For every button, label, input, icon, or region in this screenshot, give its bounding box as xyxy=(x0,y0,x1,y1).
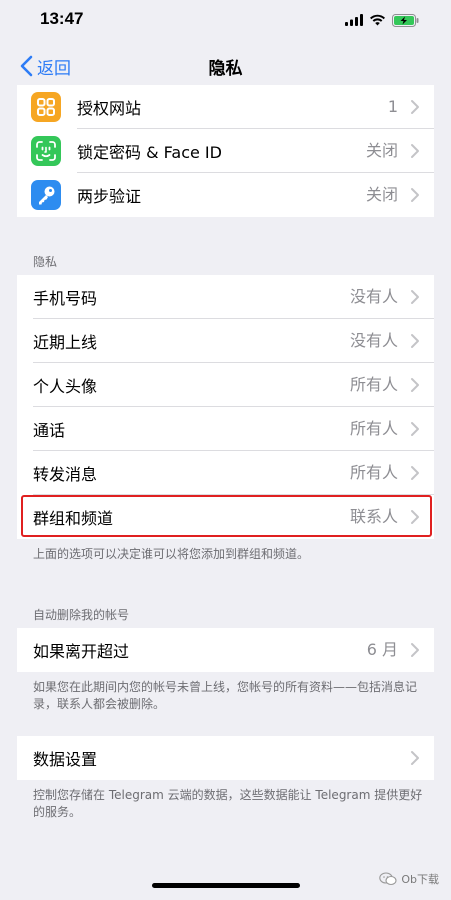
section-header-privacy: 隐私 xyxy=(33,255,58,269)
two-step-verification-row[interactable]: 两步验证 关闭 xyxy=(17,173,434,217)
page-title: 隐私 xyxy=(208,59,243,79)
grid-icon xyxy=(31,92,61,122)
chevron-right-icon xyxy=(411,510,419,524)
chevron-right-icon xyxy=(411,290,419,304)
row-value: 所有人 xyxy=(349,375,398,394)
key-icon xyxy=(31,180,61,210)
calls-row[interactable]: 通话 所有人 xyxy=(17,407,434,451)
groups-channels-row[interactable]: 群组和频道 联系人 xyxy=(17,495,434,539)
face-id-icon xyxy=(31,136,61,166)
privacy-group: 手机号码 没有人 近期上线 没有人 个人头像 所有人 通话 所有人 转发消息 所… xyxy=(17,275,434,539)
row-label: 手机号码 xyxy=(33,289,98,308)
chevron-right-icon xyxy=(411,643,419,657)
authorized-websites-row[interactable]: 授权网站 1 xyxy=(17,85,434,129)
if-away-for-row[interactable]: 如果离开超过 6 月 xyxy=(17,628,434,672)
row-label: 近期上线 xyxy=(33,333,98,352)
status-bar: 13:47 xyxy=(0,0,451,40)
forwarded-messages-row[interactable]: 转发消息 所有人 xyxy=(17,451,434,495)
row-label: 锁定密码 & Face ID xyxy=(77,143,222,162)
row-label: 两步验证 xyxy=(77,187,142,206)
row-value: 所有人 xyxy=(349,419,398,438)
row-value: 1 xyxy=(387,97,398,116)
security-group: 授权网站 1 锁定密码 & Face ID 关闭 两步验证 关闭 xyxy=(17,85,434,217)
row-label: 通话 xyxy=(33,421,66,440)
auto-delete-group: 如果离开超过 6 月 xyxy=(17,628,434,672)
chevron-right-icon xyxy=(411,422,419,436)
row-label: 个人头像 xyxy=(33,377,98,396)
row-label: 转发消息 xyxy=(33,465,98,484)
row-value: 关闭 xyxy=(365,185,398,204)
wechat-icon xyxy=(379,872,397,886)
phone-number-row[interactable]: 手机号码 没有人 xyxy=(17,275,434,319)
section-header-auto-delete: 自动删除我的帐号 xyxy=(33,608,130,622)
row-value: 联系人 xyxy=(349,507,398,526)
row-label: 授权网站 xyxy=(77,99,142,118)
watermark-text: Ob下载 xyxy=(401,873,439,886)
row-value: 6 月 xyxy=(366,640,398,659)
section-footer-data-settings: 控制您存储在 Telegram 云端的数据，这些数据能让 Telegram 提供… xyxy=(33,788,423,819)
chevron-right-icon xyxy=(411,188,419,202)
chevron-right-icon xyxy=(411,100,419,114)
signal-icon xyxy=(345,14,363,26)
data-settings-group: 数据设置 xyxy=(17,736,434,780)
chevron-right-icon xyxy=(411,378,419,392)
status-time: 13:47 xyxy=(40,9,84,28)
chevron-right-icon xyxy=(411,144,419,158)
section-footer-privacy: 上面的选项可以决定谁可以将您添加到群组和频道。 xyxy=(33,547,310,561)
profile-photo-row[interactable]: 个人头像 所有人 xyxy=(17,363,434,407)
row-value: 关闭 xyxy=(365,141,398,160)
row-value: 没有人 xyxy=(349,287,398,306)
battery-charging-icon xyxy=(392,13,419,27)
chevron-right-icon xyxy=(411,466,419,480)
row-value: 所有人 xyxy=(349,463,398,482)
data-settings-row[interactable]: 数据设置 xyxy=(17,736,434,780)
wifi-icon xyxy=(370,14,385,26)
row-value: 没有人 xyxy=(349,331,398,350)
section-footer-auto-delete: 如果您在此期间内您的帐号未曾上线，您帐号的所有资料——包括消息记录，联系人都会被… xyxy=(33,680,418,711)
watermark: Ob下载 xyxy=(379,871,439,887)
chevron-right-icon xyxy=(411,751,419,765)
last-seen-row[interactable]: 近期上线 没有人 xyxy=(17,319,434,363)
status-icons xyxy=(345,12,419,28)
row-label: 群组和频道 xyxy=(33,509,114,528)
passcode-face-id-row[interactable]: 锁定密码 & Face ID 关闭 xyxy=(17,129,434,173)
home-indicator[interactable] xyxy=(152,883,300,888)
row-label: 如果离开超过 xyxy=(33,642,130,661)
chevron-right-icon xyxy=(411,334,419,348)
row-label: 数据设置 xyxy=(33,750,98,769)
